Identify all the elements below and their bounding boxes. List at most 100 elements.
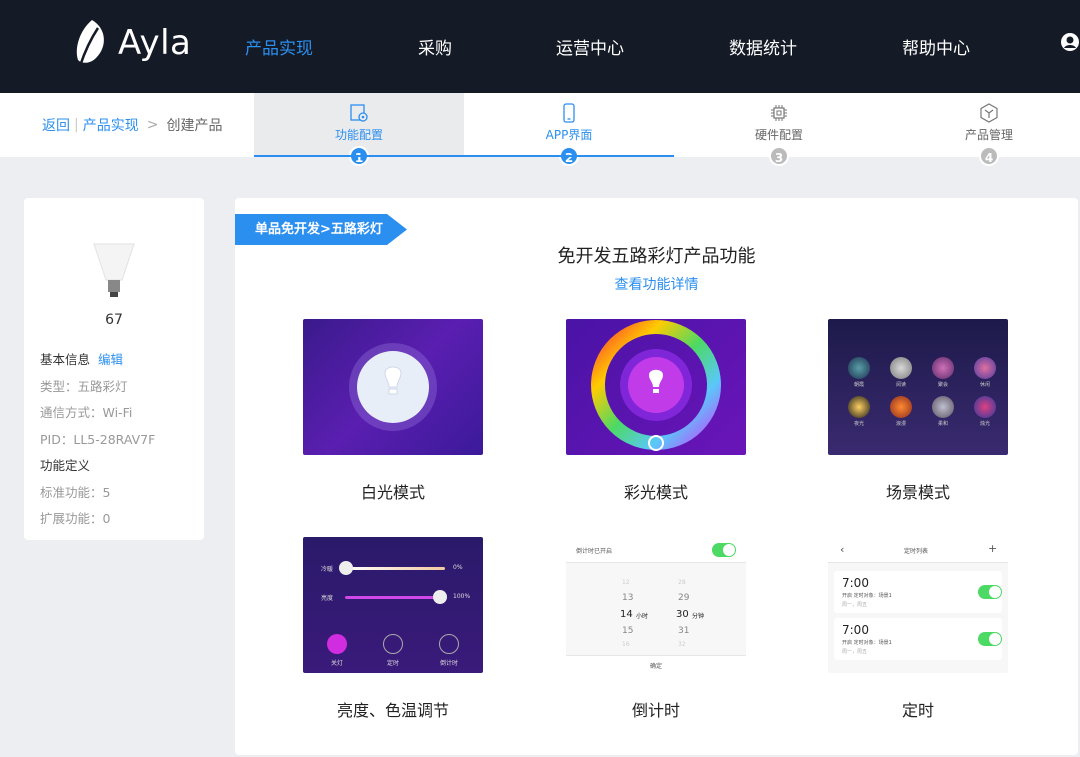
breadcrumb-current: 创建产品 [166, 118, 223, 134]
confirm-button: 确定 [650, 663, 663, 670]
countdown-icon [439, 634, 459, 654]
white-mode-preview [303, 319, 483, 455]
timer-time: 7:00 [842, 623, 869, 637]
countdown-toggle [712, 543, 736, 557]
countdown-title: 倒计时已开启 [576, 548, 613, 555]
lightbulb-icon [93, 243, 135, 297]
step-label: 功能配置 [334, 128, 383, 142]
step-label: APP界面 [545, 128, 593, 142]
nav-item-statistics[interactable]: 数据统计 [729, 34, 797, 59]
color-mode-preview [566, 319, 746, 455]
timer-days: 周一，周五 [842, 602, 868, 608]
view-details-link[interactable]: 查看功能详情 [235, 274, 1078, 294]
slider-label: 冷暖 [321, 566, 334, 573]
slider-value: 0% [453, 564, 463, 571]
btn-label: 倒计时 [440, 660, 459, 667]
picker-hour: 15 [622, 626, 634, 636]
breadcrumb-back[interactable]: 返回 [42, 115, 70, 135]
slider-thumb [433, 590, 447, 604]
picker-hour-selected: 14 [620, 609, 633, 620]
step-number: 3 [769, 146, 789, 166]
timer-time: 7:00 [842, 576, 869, 590]
picker-min: 32 [678, 641, 686, 648]
step-product-management[interactable]: 产品管理 4 [884, 93, 1080, 166]
scene-label: 夜光 [853, 421, 864, 427]
scene-mode-preview: 朝霞 阅读 聚会 休闲 夜光 浪漫 柔和 烛光 [828, 319, 1008, 455]
brightness-preview: 冷暖 0% 亮度 100% 关灯 定时 倒计时 [303, 537, 483, 673]
edit-link[interactable]: 编辑 [98, 352, 123, 367]
slider-label: 亮度 [321, 595, 334, 602]
leaf-logo-icon [76, 20, 104, 67]
timer-toggle [978, 585, 1002, 599]
color-wheel-graphic [591, 320, 721, 451]
picker-hour-unit: 小时 [636, 613, 649, 620]
phone-icon [563, 103, 575, 123]
scene-dot [974, 357, 996, 379]
func-def-label: 功能定义 [40, 458, 91, 473]
step-hardware-config[interactable]: 硬件配置 3 [674, 93, 884, 166]
steps-bar: 返回 | 产品实现 > 创建产品 功能配置 1 APP界面 2 硬件配置 3 产… [0, 93, 1080, 166]
btn-label: 关灯 [331, 660, 344, 667]
std-func-count: 标准功能：5 [40, 485, 111, 500]
step-app-ui[interactable]: APP界面 2 [464, 93, 674, 166]
category-ribbon: 单品免开发>五路彩灯 [235, 214, 407, 245]
product-pid: PID：LL5-28RAV7F [40, 432, 156, 447]
step-function-config[interactable]: 功能配置 1 [254, 93, 464, 166]
timer-icon [383, 634, 403, 654]
breadcrumb-divider: | [74, 117, 79, 133]
nav-item-product[interactable]: 产品实现 [245, 34, 313, 59]
scene-dot [848, 396, 870, 418]
scene-dot [932, 357, 954, 379]
product-count: 67 [105, 312, 123, 328]
box-icon [980, 103, 998, 123]
nav-item-purchase[interactable]: 采购 [418, 34, 452, 59]
product-info-panel: 67 基本信息 编辑 类型：五路彩灯 通信方式：Wi-Fi PID：LL5-28R… [24, 198, 204, 540]
picker-min-unit: 分钟 [692, 613, 705, 620]
picker-min-selected: 30 [676, 609, 689, 620]
slider-value: 100% [453, 593, 471, 600]
breadcrumb-product[interactable]: 产品实现 [83, 115, 139, 135]
add-icon: + [988, 542, 998, 555]
breadcrumb-sep: > [146, 117, 159, 133]
brightness-track [345, 596, 445, 599]
picker-min: 31 [678, 626, 690, 636]
basic-info-label: 基本信息 [40, 352, 91, 367]
timer-preview: ‹ 定时列表 + 7:00 开启 定时对象：场景1 周一，周五 7:00 开启 … [828, 537, 1008, 673]
slider-thumb [339, 561, 353, 575]
color-temp-track [345, 567, 445, 570]
brand-name: Ayla [118, 23, 192, 63]
step-progress-line [254, 155, 674, 157]
white-light-graphic [349, 343, 437, 431]
scene-dot [848, 357, 870, 379]
chip-icon [771, 105, 787, 121]
feature-card-label: 定时 [901, 701, 934, 720]
scene-label: 休闲 [979, 382, 990, 388]
nav-item-help[interactable]: 帮助中心 [902, 34, 970, 59]
brand-logo[interactable]: Ayla [72, 18, 191, 68]
power-icon [327, 634, 347, 654]
step-label: 硬件配置 [754, 128, 803, 142]
nav-item-operations[interactable]: 运营中心 [556, 34, 624, 59]
feature-card-label: 白光模式 [360, 483, 425, 502]
scene-label: 烛光 [979, 421, 990, 427]
picker-hour: 12 [622, 579, 630, 586]
product-type: 类型：五路彩灯 [40, 379, 128, 394]
picker-min: 29 [678, 593, 690, 603]
scene-label: 聚会 [937, 382, 948, 388]
back-chevron-icon: ‹ [840, 543, 845, 556]
scene-label: 浪漫 [895, 421, 906, 427]
settings-page-icon [350, 104, 368, 122]
main-panel: 单品免开发>五路彩灯 免开发五路彩灯产品功能 查看功能详情 白光模式 彩光模式 … [235, 198, 1078, 755]
picker-hour: 13 [622, 593, 634, 603]
basic-info-row: 基本信息 编辑 [40, 349, 123, 368]
scene-dot [890, 396, 912, 418]
timer-sub: 开启 定时对象：场景1 [842, 640, 892, 646]
scene-label: 朝霞 [853, 382, 864, 388]
scene-dot [932, 396, 954, 418]
product-comm: 通信方式：Wi-Fi [40, 405, 133, 420]
user-icon[interactable] [1060, 32, 1080, 52]
picker-hour: 16 [622, 641, 630, 648]
step-label: 产品管理 [964, 128, 1013, 142]
timer-title: 定时列表 [904, 548, 929, 555]
scene-label: 阅读 [895, 382, 906, 388]
